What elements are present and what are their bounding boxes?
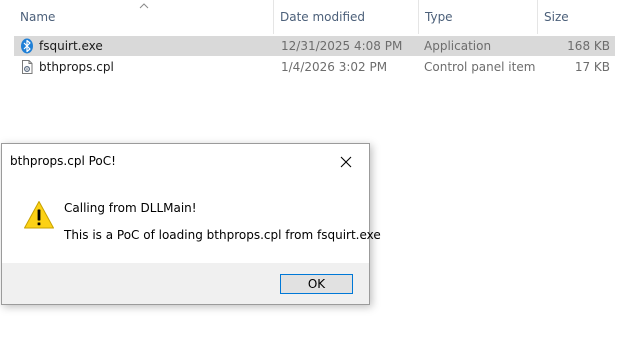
sort-ascending-icon (139, 3, 149, 9)
dialog-button-area: OK (2, 263, 369, 304)
file-name[interactable]: fsquirt.exe (39, 36, 103, 56)
column-header-size-label: Size (544, 10, 569, 24)
file-type: Application (424, 39, 492, 53)
file-size: 17 KB (574, 60, 610, 74)
ok-button[interactable]: OK (280, 274, 353, 294)
column-header-date-label: Date modified (280, 10, 366, 24)
column-header-name-label: Name (20, 10, 56, 24)
file-row-bthprops[interactable]: bthprops.cpl 1/4/2026 3:02 PM Control pa… (14, 57, 615, 77)
control-panel-file-icon (22, 60, 33, 74)
column-header-size[interactable]: Size (537, 0, 615, 34)
column-header-type-label: Type (425, 10, 453, 24)
file-type: Control panel item (424, 60, 536, 74)
dialog-title: bthprops.cpl PoC! (10, 154, 116, 168)
dialog-message-line2: This is a PoC of loading bthprops.cpl fr… (64, 228, 381, 242)
warning-icon (24, 201, 54, 229)
column-header-date[interactable]: Date modified (273, 0, 418, 34)
file-row-fsquirt[interactable]: fsquirt.exe 12/31/2025 4:08 PM Applicati… (14, 36, 615, 56)
dialog-body: Calling from DLLMain! This is a PoC of l… (2, 179, 381, 263)
close-icon (340, 156, 352, 167)
dialog-titlebar[interactable]: bthprops.cpl PoC! (2, 144, 369, 179)
bluetooth-icon (21, 38, 33, 54)
file-date-modified: 12/31/2025 4:08 PM (281, 39, 403, 53)
file-date-modified: 1/4/2026 3:02 PM (281, 60, 388, 74)
dialog-close-button[interactable] (323, 144, 369, 179)
dialog-message-line1: Calling from DLLMain! (64, 201, 197, 215)
message-box-dialog: bthprops.cpl PoC! Calling from DLLMain! … (1, 143, 381, 305)
column-header-type[interactable]: Type (418, 0, 537, 34)
file-size: 168 KB (567, 39, 610, 53)
column-header-bar: Name Date modified Type Size (0, 0, 637, 34)
file-name[interactable]: bthprops.cpl (39, 57, 114, 77)
